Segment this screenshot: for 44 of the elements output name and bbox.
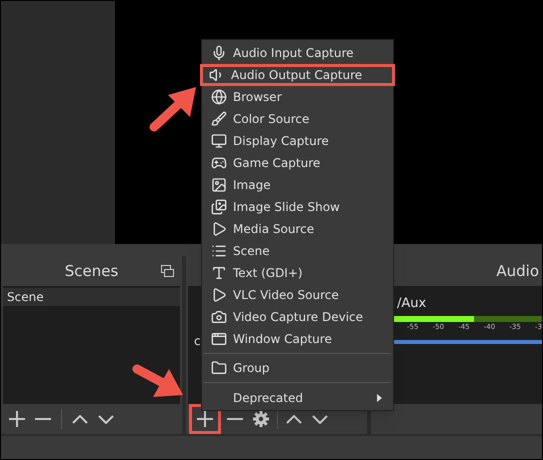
list-icon: [211, 243, 227, 259]
plus-icon: [9, 411, 25, 427]
menu-item[interactable]: Scene: [202, 240, 393, 262]
menu-item[interactable]: Audio Input Capture: [202, 42, 393, 64]
menu-item[interactable]: Text (GDI+): [202, 262, 393, 284]
folder-icon: [211, 360, 227, 376]
panel-title: Scenes: [64, 260, 118, 282]
chevron-up-icon: [72, 414, 88, 424]
menu-item[interactable]: Game Capture: [202, 152, 393, 174]
float-icon: [161, 265, 174, 277]
images-icon: [211, 199, 227, 215]
menu-item[interactable]: Image Slide Show: [202, 196, 393, 218]
chevron-down-icon: [312, 414, 328, 424]
brush-icon: [211, 111, 227, 127]
camera-icon: [211, 309, 227, 325]
globe-icon: [211, 89, 227, 105]
play-icon: [211, 287, 227, 303]
image-icon: [211, 177, 227, 193]
gamepad-icon: [211, 155, 227, 171]
menu-item[interactable]: Display Capture: [202, 130, 393, 152]
scene-item[interactable]: Scene: [3, 288, 180, 306]
channel-name: /Aux: [397, 296, 426, 311]
menu-item[interactable]: Image: [202, 174, 393, 196]
text-icon: [211, 265, 227, 281]
menu-item[interactable]: Color Source: [202, 108, 393, 130]
minus-icon: [227, 418, 243, 420]
menu-item[interactable]: Window Capture: [202, 328, 393, 350]
menu-item[interactable]: Browser: [202, 86, 393, 108]
minus-icon: [35, 418, 51, 420]
chevron-down-icon: [98, 414, 114, 424]
menu-item[interactable]: Deprecated: [202, 386, 393, 410]
play-icon: [211, 221, 227, 237]
menu-item[interactable]: Video Capture Device: [202, 306, 393, 328]
microphone-icon: [211, 45, 227, 61]
panel-title: Audio: [496, 260, 539, 282]
plus-icon: [197, 411, 213, 427]
submenu-arrow-icon: [377, 394, 382, 402]
monitor-icon: [211, 133, 227, 149]
menu-item[interactable]: VLC Video Source: [202, 284, 393, 306]
menu-item[interactable]: Audio Output Capture: [200, 64, 395, 86]
menu-item[interactable]: Group: [202, 357, 393, 379]
window-icon: [211, 331, 227, 347]
menu-item[interactable]: Media Source: [202, 218, 393, 240]
chevron-up-icon: [286, 414, 302, 424]
